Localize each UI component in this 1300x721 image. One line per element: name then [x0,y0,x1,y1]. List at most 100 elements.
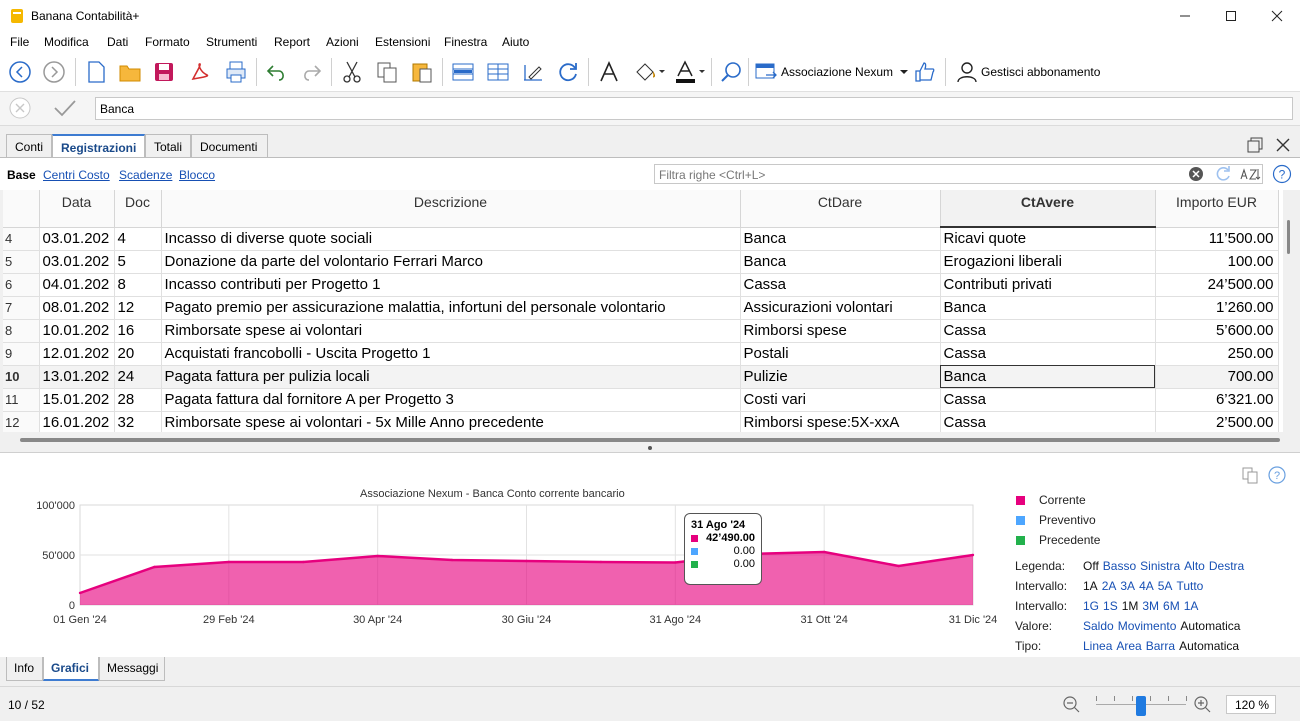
option-saldo[interactable]: Saldo [1083,619,1114,633]
option-area[interactable]: Area [1116,639,1141,653]
filter-input[interactable]: Filtra righe <Ctrl+L> [654,164,1263,184]
cell-descrizione[interactable]: Pagata fattura dal fornitore A per Proge… [161,388,741,412]
table-row[interactable]: 7 08.01.202 12 Pagato premio per assicurazi… [3,296,1279,320]
cell-ctavere[interactable]: Cassa [940,342,1156,366]
undo-button[interactable] [263,58,291,86]
cell-doc[interactable]: 20 [114,342,162,366]
table-row[interactable]: 9 12.01.202 20 Acquistati francobolli - Usc… [3,342,1279,366]
option-3a[interactable]: 3A [1120,579,1135,593]
option-tutto[interactable]: Tutto [1176,579,1203,593]
cut-button[interactable] [338,58,366,86]
menu-strumenti[interactable]: Strumenti [206,35,257,49]
column-header-importo[interactable]: Importo EUR [1155,190,1279,228]
cell-importo[interactable]: 700.00 [1155,365,1279,389]
cell-descrizione[interactable]: Acquistati francobolli - Uscita Progetto… [161,342,741,366]
cell-ctavere[interactable]: Erogazioni liberali [940,250,1156,274]
option-1g[interactable]: 1G [1083,599,1099,613]
table-row[interactable]: 12 16.01.202 32 Rimborsate spese ai volonta… [3,411,1279,432]
paste-button[interactable] [408,58,436,86]
row-number[interactable]: 8 [3,319,40,343]
cell-ctdare[interactable]: Cassa [740,273,941,297]
cell-ctavere[interactable]: Cassa [940,411,1156,432]
tab-totali[interactable]: Totali [145,134,191,157]
row-number[interactable]: 4 [3,227,40,251]
option-alto[interactable]: Alto [1184,559,1205,573]
recalculate-button[interactable] [554,58,582,86]
column-header-data[interactable]: Data [39,190,115,228]
cell-ctdare[interactable]: Postali [740,342,941,366]
row-number[interactable]: 6 [3,273,40,297]
clear-filter-button[interactable] [1188,166,1204,182]
maximize-button[interactable] [1208,0,1254,32]
cell-importo[interactable]: 6’321.00 [1155,388,1279,412]
close-button[interactable] [1254,0,1300,32]
legend-item-preventivo[interactable]: Preventivo [1016,513,1096,527]
cell-ctavere[interactable]: Cassa [940,388,1156,412]
view-base[interactable]: Base [7,168,36,182]
cell-data[interactable]: 13.01.202 [39,365,115,389]
cell-descrizione[interactable]: Rimborsate spese ai volontari - 5x Mille… [161,411,741,432]
company-selector[interactable]: Associazione Nexum [754,60,911,84]
view-blocco[interactable]: Blocco [179,168,215,182]
menu-dati[interactable]: Dati [107,35,128,49]
cell-importo[interactable]: 2’500.00 [1155,411,1279,432]
legend-item-corrente[interactable]: Corrente [1016,493,1086,507]
cell-descrizione[interactable]: Incasso contributi per Progetto 1 [161,273,741,297]
menu-azioni[interactable]: Azioni [326,35,359,49]
cell-ctavere[interactable]: Banca [940,365,1156,389]
cell-doc[interactable]: 5 [114,250,162,274]
view-scadenze[interactable]: Scadenze [119,168,172,182]
font-button[interactable] [595,58,623,86]
cell-data[interactable]: 12.01.202 [39,342,115,366]
tab-grafici[interactable]: Grafici [43,657,99,681]
cancel-edit-button[interactable] [9,97,31,119]
option-2a[interactable]: 2A [1102,579,1117,593]
menu-finestra[interactable]: Finestra [444,35,487,49]
column-header-descrizione[interactable]: Descrizione [161,190,741,228]
table-row[interactable]: 5 03.01.202 5 Donazione da parte del volont… [3,250,1279,274]
cell-ctavere[interactable]: Contributi privati [940,273,1156,297]
open-file-button[interactable] [116,58,144,86]
search-button[interactable] [717,58,745,86]
table-row[interactable]: 10 13.01.202 24 Pagata fattura per pulizia … [3,365,1279,389]
option-tipo-automatica[interactable]: Automatica [1179,639,1239,653]
option-4a[interactable]: 4A [1139,579,1154,593]
column-header-doc[interactable]: Doc [114,190,162,228]
option-1s[interactable]: 1S [1103,599,1118,613]
zoom-out-button[interactable] [1062,695,1082,715]
cell-importo[interactable]: 1’260.00 [1155,296,1279,320]
option-destra[interactable]: Destra [1209,559,1244,573]
cell-ctdare[interactable]: Banca [740,227,941,251]
cell-descrizione[interactable]: Pagata fattura per pulizia locali [161,365,741,389]
menu-aiuto[interactable]: Aiuto [502,35,529,49]
cell-data[interactable]: 08.01.202 [39,296,115,320]
cell-doc[interactable]: 8 [114,273,162,297]
cell-ctdare[interactable]: Costi vari [740,388,941,412]
new-file-button[interactable] [82,58,110,86]
minimize-button[interactable] [1162,0,1208,32]
table-row[interactable]: 4 03.01.202 4 Incasso di diverse quote soci… [3,227,1279,251]
print-button[interactable] [222,58,250,86]
cell-ctdare[interactable]: Rimborsi spese [740,319,941,343]
menu-formato[interactable]: Formato [145,35,190,49]
option-barra[interactable]: Barra [1146,639,1175,653]
cell-ctdare[interactable]: Assicurazioni volontari [740,296,941,320]
column-header-rownum[interactable] [3,190,40,228]
table-row[interactable]: 8 10.01.202 16 Rimborsate spese ai volontar… [3,319,1279,343]
edit-cell-button[interactable] [519,58,547,86]
option-automatica[interactable]: Automatica [1180,619,1240,633]
cell-importo[interactable]: 24’500.00 [1155,273,1279,297]
sort-filter-button[interactable] [1239,165,1261,183]
option-sinistra[interactable]: Sinistra [1140,559,1180,573]
detach-button[interactable] [1246,136,1266,154]
cell-ctdare[interactable]: Pulizie [740,365,941,389]
row-number[interactable]: 5 [3,250,40,274]
insert-row-button[interactable] [449,58,477,86]
table-row[interactable]: 11 15.01.202 28 Pagata fattura dal fornitor… [3,388,1279,412]
view-centri-costo[interactable]: Centri Costo [43,168,110,182]
subscription-button[interactable]: Gestisci abbonamento [955,60,1100,84]
zoom-level[interactable]: 120 % [1226,695,1276,714]
delete-row-button[interactable] [484,58,512,86]
cell-descrizione[interactable]: Donazione da parte del volontario Ferrar… [161,250,741,274]
cell-doc[interactable]: 24 [114,365,162,389]
